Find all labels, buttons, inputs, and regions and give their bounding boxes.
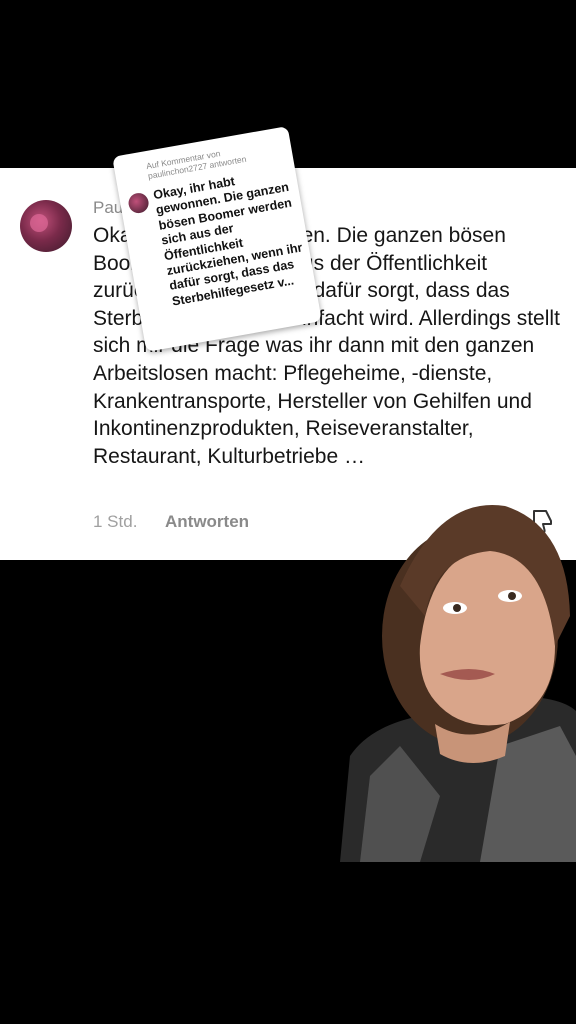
comment-timestamp: 1 Std. bbox=[93, 512, 138, 531]
reply-sticker: Auf Kommentar von paulinchon2727 antwort… bbox=[112, 126, 322, 352]
avatar[interactable] bbox=[20, 200, 72, 252]
sticker-avatar bbox=[126, 191, 151, 215]
reply-button[interactable]: Antworten bbox=[165, 512, 249, 532]
creator-video-cutout bbox=[330, 496, 576, 862]
sticker-text: Okay, ihr habt gewonnen. Die ganzen böse… bbox=[152, 174, 304, 309]
